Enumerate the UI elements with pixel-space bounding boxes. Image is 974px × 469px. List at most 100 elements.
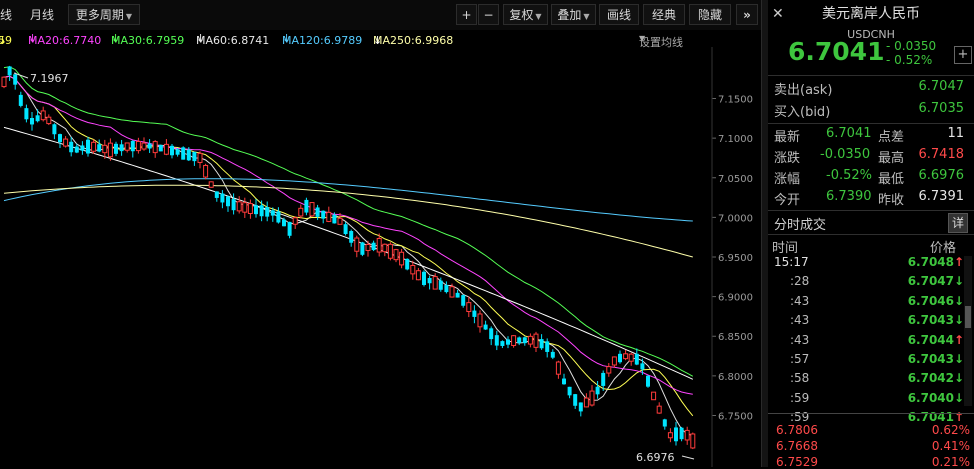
candle[interactable] <box>405 258 410 271</box>
candle[interactable] <box>304 197 309 216</box>
candle[interactable] <box>208 181 214 188</box>
candle[interactable] <box>147 139 152 153</box>
candle[interactable] <box>141 137 147 151</box>
candle[interactable] <box>254 199 258 218</box>
candle[interactable] <box>517 336 522 346</box>
ticks-scrollbar[interactable] <box>964 256 972 406</box>
draw-line-button[interactable]: 画线 <box>599 4 639 25</box>
candle[interactable] <box>292 216 298 229</box>
candle[interactable] <box>309 202 315 217</box>
expand-panel-button[interactable]: » <box>736 4 758 25</box>
candle[interactable] <box>163 139 169 156</box>
candle[interactable] <box>46 114 52 126</box>
candle[interactable] <box>550 349 555 360</box>
candle[interactable] <box>107 138 113 161</box>
candle[interactable] <box>623 349 629 361</box>
candle[interactable] <box>119 139 124 156</box>
candle[interactable] <box>40 106 46 122</box>
candle[interactable] <box>667 428 673 443</box>
candle[interactable] <box>360 241 365 257</box>
candle[interactable] <box>573 393 578 409</box>
candle[interactable] <box>533 331 539 353</box>
candle[interactable] <box>545 338 550 358</box>
candle[interactable] <box>130 140 135 158</box>
candle[interactable] <box>158 144 163 152</box>
candle[interactable] <box>494 330 499 351</box>
candle[interactable] <box>259 200 264 222</box>
candle[interactable] <box>555 360 561 379</box>
candle[interactable] <box>399 248 405 269</box>
candle[interactable] <box>58 133 62 149</box>
candle[interactable] <box>354 235 360 258</box>
candle[interactable] <box>226 195 230 212</box>
candle[interactable] <box>91 139 97 155</box>
candle[interactable] <box>562 373 566 385</box>
candle[interactable] <box>522 336 527 346</box>
hide-button[interactable]: 隐藏 <box>689 4 731 25</box>
overlay-dropdown[interactable]: 叠加 ▼ <box>551 4 596 25</box>
classic-button[interactable]: 经典 <box>643 4 685 25</box>
candle[interactable] <box>321 210 326 224</box>
candle[interactable] <box>684 426 690 445</box>
candle[interactable] <box>236 196 242 214</box>
candle[interactable] <box>265 201 270 222</box>
candle[interactable] <box>539 334 544 350</box>
candle[interactable] <box>427 275 432 290</box>
candle[interactable] <box>393 248 399 263</box>
candle[interactable] <box>651 391 657 401</box>
candle[interactable] <box>18 91 23 108</box>
candlestick-chart[interactable]: 7.1500 7.1000 7.0500 7.0000 6.9500 6.9000 6.85… <box>0 47 761 467</box>
candle[interactable] <box>527 333 533 348</box>
candle[interactable] <box>276 207 281 224</box>
candle[interactable] <box>371 240 376 252</box>
candle[interactable] <box>343 221 348 236</box>
candle[interactable] <box>500 340 505 349</box>
candle[interactable] <box>679 426 684 442</box>
candle[interactable] <box>349 229 354 247</box>
period-tab-week[interactable]: 线 <box>0 4 14 25</box>
candle[interactable] <box>203 163 209 180</box>
candle[interactable] <box>387 242 393 261</box>
zoom-in-button[interactable]: + <box>456 4 477 25</box>
candle[interactable] <box>656 402 662 414</box>
candle[interactable] <box>455 289 460 298</box>
candle[interactable] <box>618 350 622 364</box>
panel-divider[interactable] <box>761 0 768 467</box>
candle[interactable] <box>86 136 90 157</box>
period-tab-month[interactable]: 月线 <box>22 4 62 25</box>
candle[interactable] <box>662 418 667 430</box>
candle[interactable] <box>466 296 472 318</box>
candle[interactable] <box>114 141 118 157</box>
candle[interactable] <box>152 140 158 158</box>
candle[interactable] <box>511 335 517 348</box>
candle[interactable] <box>52 123 57 140</box>
candle[interactable] <box>326 206 332 223</box>
candle[interactable] <box>382 243 388 257</box>
candle[interactable] <box>477 310 483 333</box>
candle[interactable] <box>124 142 130 153</box>
candle[interactable] <box>197 151 203 169</box>
candle[interactable] <box>634 348 639 366</box>
candle[interactable] <box>24 104 29 123</box>
candle[interactable] <box>7 65 12 81</box>
candle[interactable] <box>583 393 589 408</box>
candle[interactable] <box>415 267 421 281</box>
candle[interactable] <box>422 270 426 287</box>
candle[interactable] <box>628 352 634 366</box>
candle[interactable] <box>13 72 18 90</box>
adjust-dropdown[interactable]: 复权 ▼ <box>503 4 548 25</box>
candle[interactable] <box>690 432 696 450</box>
candle[interactable] <box>606 363 612 377</box>
candle[interactable] <box>181 146 186 160</box>
candle[interactable] <box>30 112 34 131</box>
candle[interactable] <box>506 336 510 349</box>
candle[interactable] <box>298 204 304 219</box>
candle[interactable] <box>589 385 595 407</box>
candle[interactable] <box>461 294 466 308</box>
candle[interactable] <box>483 320 488 330</box>
more-periods-dropdown[interactable]: 更多周期 ▼ <box>68 4 140 25</box>
candle[interactable] <box>63 136 69 148</box>
candle[interactable] <box>287 221 292 239</box>
candle[interactable] <box>220 190 225 209</box>
scroll-thumb[interactable] <box>965 306 971 328</box>
